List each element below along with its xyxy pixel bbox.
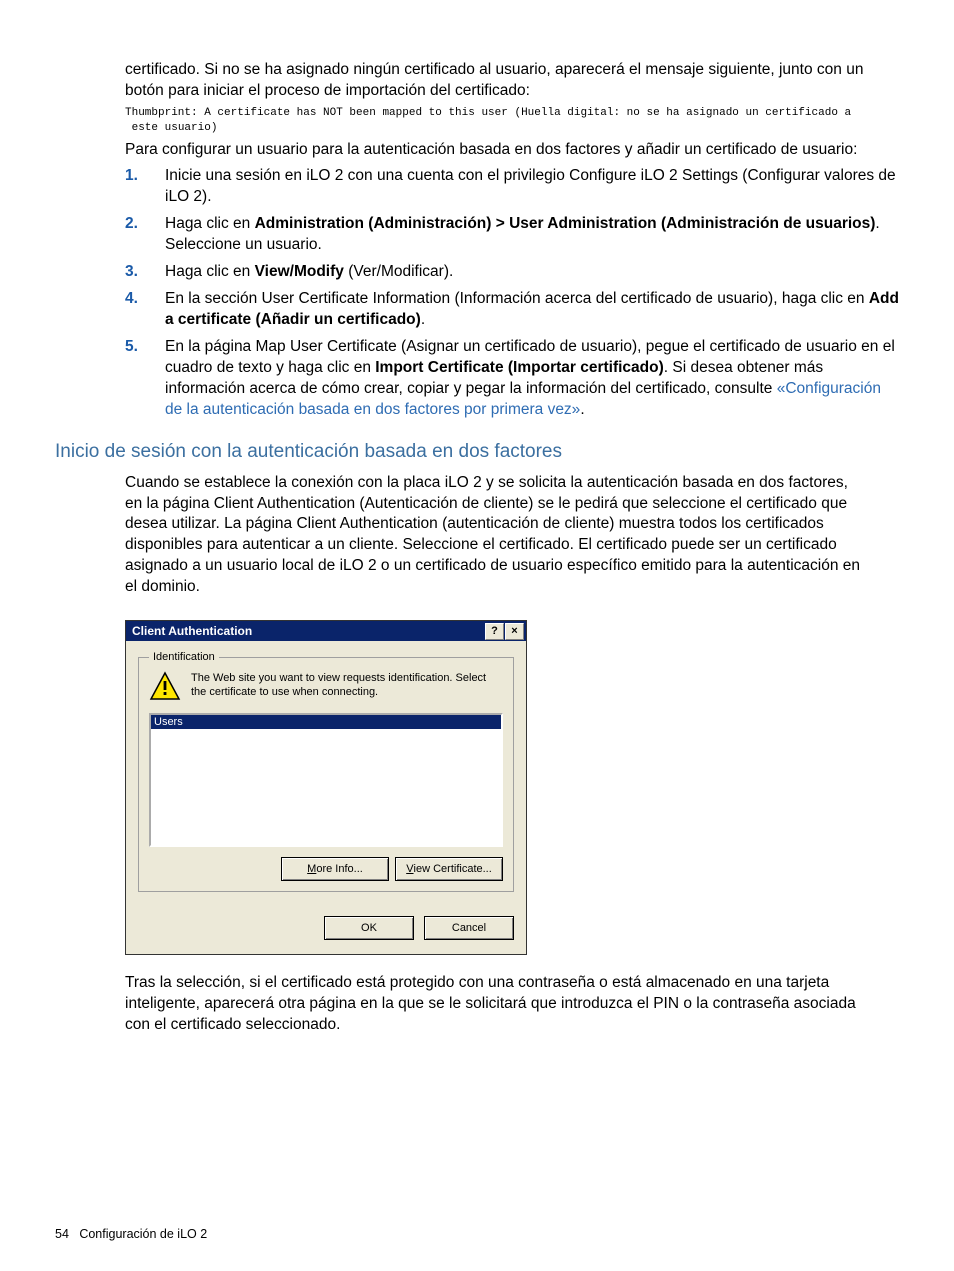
section-body: Cuando se establece la conexión con la p…: [125, 473, 869, 599]
step-2-bold: Administration (Administración) > User A…: [255, 215, 876, 232]
section-heading: Inicio de sesión con la autenticación ba…: [55, 441, 899, 463]
step-3: Haga clic en View/Modify (Ver/Modificar)…: [125, 262, 899, 283]
identification-group: Identification The Web site you want to …: [138, 651, 514, 892]
certificate-list[interactable]: Users: [149, 713, 503, 847]
step-4: En la sección User Certificate Informati…: [125, 289, 899, 331]
step-5-bold: Import Certificate (Importar certificado…: [375, 359, 664, 376]
view-certificate-button[interactable]: View Certificate...: [395, 857, 503, 881]
dialog-title: Client Authentication: [132, 624, 252, 638]
intro-paragraph-1: certificado. Si no se ha asignado ningún…: [125, 60, 869, 102]
dialog-message: The Web site you want to view requests i…: [191, 671, 503, 700]
group-legend: Identification: [149, 651, 219, 663]
footer-text: Configuración de iLO 2: [79, 1227, 207, 1241]
help-button[interactable]: ?: [485, 623, 504, 640]
step-5: En la página Map User Certificate (Asign…: [125, 337, 899, 421]
step-3-text-a: Haga clic en: [165, 263, 255, 280]
step-4-text-a: En la sección User Certificate Informati…: [165, 290, 869, 307]
cancel-button[interactable]: Cancel: [424, 916, 514, 940]
step-2: Haga clic en Administration (Administrac…: [125, 214, 899, 256]
step-3-bold: View/Modify: [255, 263, 344, 280]
more-info-button[interactable]: More Info...: [281, 857, 389, 881]
close-button[interactable]: ×: [505, 623, 524, 640]
step-5-text-d: .: [580, 401, 584, 418]
dialog-titlebar: Client Authentication ? ×: [126, 621, 526, 641]
page-number: 54: [55, 1227, 69, 1241]
page-footer: 54 Configuración de iLO 2: [55, 1227, 207, 1241]
step-4-text-c: .: [421, 311, 425, 328]
cert-list-header: Users: [151, 715, 501, 729]
steps-list: Inicie una sesión en iLO 2 con una cuent…: [125, 166, 899, 420]
intro-paragraph-2: Para configurar un usuario para la auten…: [125, 140, 869, 161]
step-1: Inicie una sesión en iLO 2 con una cuent…: [125, 166, 899, 208]
ok-button[interactable]: OK: [324, 916, 414, 940]
client-auth-dialog: Client Authentication ? × Identification…: [125, 620, 527, 955]
after-dialog-paragraph: Tras la selección, si el certificado est…: [125, 973, 869, 1036]
step-3-text-c: (Ver/Modificar).: [344, 263, 453, 280]
warning-icon: [149, 671, 181, 703]
step-2-text-a: Haga clic en: [165, 215, 255, 232]
thumbprint-message: Thumbprint: A certificate has NOT been m…: [125, 106, 899, 136]
